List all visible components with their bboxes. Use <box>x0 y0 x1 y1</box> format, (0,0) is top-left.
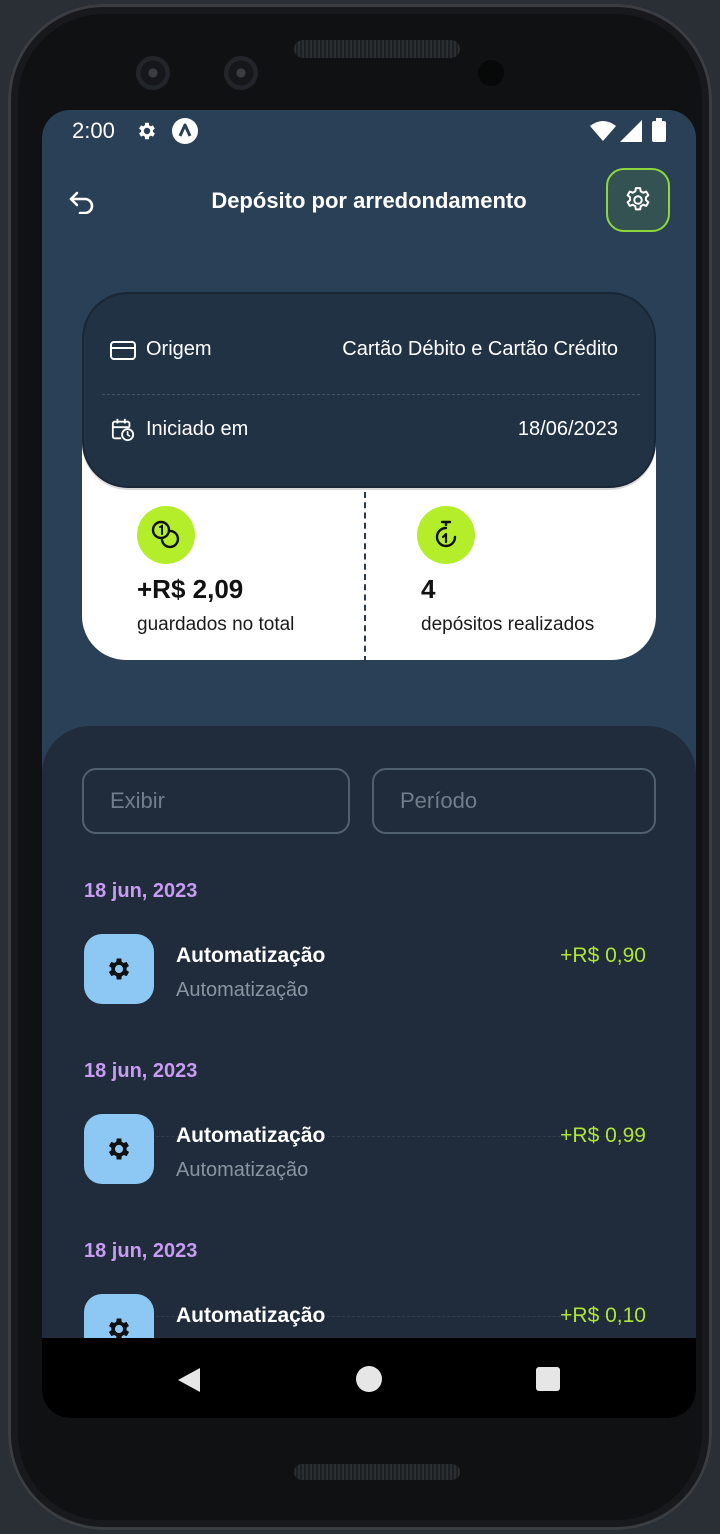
deposit-count-value: 4 <box>421 574 436 604</box>
transaction-amount: +R$ 0,99 <box>560 1124 646 1147</box>
start-date-row: Iniciado em 18/06/2023 <box>110 410 632 450</box>
front-camera-secondary <box>224 56 258 90</box>
transaction-date: 18 jun, 2023 <box>84 1240 198 1262</box>
details-divider <box>102 394 640 395</box>
origin-label: Origem <box>146 338 212 360</box>
signal-icon <box>620 120 642 142</box>
app-screen: 2:00 Depósito por arredondamento +R$ 2,0… <box>42 110 696 1418</box>
timer-refresh-icon <box>417 506 475 564</box>
start-date-value: 18/06/2023 <box>517 418 618 440</box>
calendar-clock-icon <box>111 418 135 442</box>
status-bar: 2:00 <box>42 110 696 152</box>
page-title: Depósito por arredondamento <box>211 188 527 213</box>
transaction-amount: +R$ 0,90 <box>560 944 646 967</box>
transaction-amount: +R$ 0,10 <box>560 1304 646 1327</box>
status-time: 2:00 <box>72 118 115 143</box>
nav-home-icon[interactable] <box>356 1366 382 1392</box>
earpiece-speaker <box>294 40 460 58</box>
stats-divider <box>364 492 366 662</box>
transactions-panel: Exibir Período 18 jun, 2023 Automatizaçã… <box>42 726 696 1418</box>
transaction-subtitle: Automatização <box>176 1159 309 1181</box>
system-nav-bar <box>42 1338 696 1418</box>
credit-card-icon <box>110 341 136 360</box>
bottom-speaker <box>294 1464 460 1480</box>
gear-icon <box>84 934 154 1004</box>
gear-icon <box>626 187 650 211</box>
period-filter-select[interactable]: Período <box>372 768 656 834</box>
show-filter-select[interactable]: Exibir <box>82 768 350 834</box>
gear-icon <box>84 1114 154 1184</box>
total-saved-value: +R$ 2,09 <box>137 574 244 604</box>
total-saved-label: guardados no total <box>137 614 295 635</box>
transaction-title[interactable]: Automatização <box>176 944 325 968</box>
nav-back-icon[interactable] <box>176 1366 202 1394</box>
battery-icon <box>652 118 666 142</box>
proximity-sensor <box>478 60 504 86</box>
transaction-title[interactable]: Automatização <box>176 1124 325 1148</box>
coins-icon <box>137 506 195 564</box>
settings-button[interactable] <box>606 168 670 232</box>
origin-row: Origem Cartão Débito e Cartão Crédito <box>110 330 632 370</box>
deposit-count-label: depósitos realizados <box>421 614 595 635</box>
origin-value: Cartão Débito e Cartão Crédito <box>342 338 618 360</box>
transaction-date: 18 jun, 2023 <box>84 880 198 902</box>
a-circle-icon <box>172 118 198 144</box>
nav-recents-icon[interactable] <box>536 1367 560 1391</box>
transaction-title[interactable]: Automatização <box>176 1304 325 1328</box>
transaction-date: 18 jun, 2023 <box>84 1060 198 1082</box>
summary-details-card: Origem Cartão Débito e Cartão Crédito In… <box>82 292 656 488</box>
gear-icon <box>139 122 155 140</box>
front-camera <box>136 56 170 90</box>
start-date-label: Iniciado em <box>146 418 249 440</box>
wifi-icon <box>590 121 616 141</box>
transaction-subtitle: Automatização <box>176 979 309 1001</box>
